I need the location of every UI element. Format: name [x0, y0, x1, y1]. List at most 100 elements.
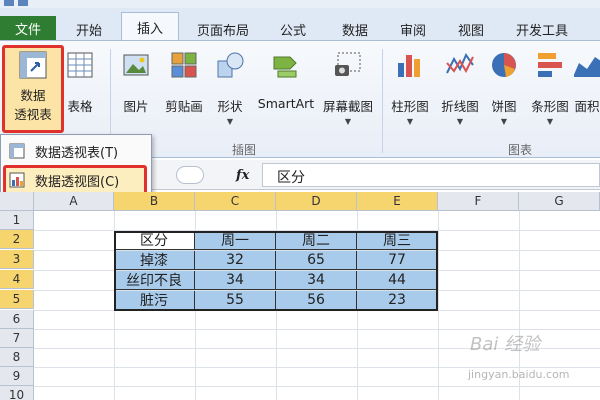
column-chart-icon — [398, 55, 420, 77]
table-cell[interactable]: 23 — [357, 291, 438, 310]
column-header-g[interactable]: G — [519, 192, 600, 211]
pivot-table-button[interactable]: 数据 透视表 — [6, 49, 60, 123]
table-cell[interactable]: 脏污 — [114, 291, 195, 310]
formula-input[interactable]: 区分 — [262, 163, 600, 187]
column-header-b[interactable]: B — [114, 192, 195, 211]
row-header-2[interactable]: 2 — [0, 230, 34, 249]
tab-formulas[interactable]: 公式 — [268, 18, 318, 40]
pivot-table-label-line1: 数据 — [20, 88, 46, 103]
fx-icon[interactable]: fx — [236, 168, 249, 183]
gridline — [34, 310, 600, 311]
column-header-c[interactable]: C — [195, 192, 276, 211]
screenshot-label: 屏幕截图 — [322, 99, 373, 114]
clipart-label: 剪贴画 — [165, 99, 203, 114]
table-cell[interactable]: 55 — [195, 291, 276, 310]
gridline — [438, 211, 439, 400]
row-header-10[interactable]: 10 — [0, 386, 34, 400]
picture-button[interactable]: 图片 — [116, 49, 156, 115]
line-chart-button[interactable]: 折线图 ▼ — [436, 49, 484, 126]
row-header-8[interactable]: 8 — [0, 348, 34, 367]
line-chart-icon — [446, 52, 474, 74]
pie-chart-button[interactable]: 饼图 ▼ — [486, 49, 522, 126]
table-cell[interactable]: 34 — [195, 271, 276, 290]
menu-item-pivot-table-label: 数据透视表(T) — [35, 145, 119, 161]
tab-page-layout[interactable]: 页面布局 — [186, 18, 260, 40]
menu-item-pivot-chart[interactable]: 数据透视图(C) — [5, 168, 147, 192]
pivot-table-label-line2: 透视表 — [14, 107, 52, 122]
table-cell[interactable]: 34 — [276, 271, 357, 290]
column-chart-button[interactable]: 柱形图 ▼ — [386, 49, 434, 126]
row-header-3[interactable]: 3 — [0, 250, 34, 269]
pivot-table-dropdown: 数据透视表(T) 数据透视图(C) — [0, 134, 152, 198]
screenshot-icon — [335, 52, 361, 76]
table-cell[interactable]: 56 — [276, 291, 357, 310]
shapes-icon — [217, 52, 244, 78]
formula-bar-control[interactable] — [176, 166, 204, 184]
table-header-cell[interactable]: 周三 — [357, 231, 438, 250]
table-cell[interactable]: 77 — [357, 251, 438, 270]
area-chart-icon — [574, 57, 600, 77]
row-header-1[interactable]: 1 — [0, 211, 34, 230]
tab-home[interactable]: 开始 — [64, 18, 114, 40]
picture-icon — [123, 54, 149, 76]
screenshot-button[interactable]: 屏幕截图 ▼ — [318, 49, 378, 126]
row-header-7[interactable]: 7 — [0, 329, 34, 348]
table-icon — [67, 52, 93, 78]
tab-review[interactable]: 审阅 — [388, 18, 438, 40]
row-header-5[interactable]: 5 — [0, 290, 34, 309]
tab-developer[interactable]: 开发工具 — [502, 18, 582, 40]
shapes-button[interactable]: 形状 ▼ — [212, 49, 248, 126]
shapes-label: 形状 — [217, 99, 243, 114]
pivot-table-small-icon — [9, 143, 25, 159]
chevron-down-icon: ▼ — [406, 117, 414, 126]
table-cell[interactable]: 32 — [195, 251, 276, 270]
quick-access-toolbar — [0, 0, 600, 8]
pivot-chart-small-icon — [9, 172, 25, 188]
table-header-cell[interactable]: 区分 — [114, 231, 195, 250]
chevron-down-icon: ▼ — [344, 117, 352, 126]
tab-file[interactable]: 文件 — [0, 16, 56, 40]
row-header-9[interactable]: 9 — [0, 367, 34, 386]
area-chart-button[interactable]: 面积 — [574, 49, 600, 115]
column-header-a[interactable]: A — [34, 192, 114, 211]
tab-view[interactable]: 视图 — [446, 18, 496, 40]
row-header-6[interactable]: 6 — [0, 310, 34, 329]
table-header-cell[interactable]: 周一 — [195, 231, 276, 250]
menu-item-pivot-chart-label: 数据透视图(C) — [35, 174, 120, 190]
table-cell[interactable]: 44 — [357, 271, 438, 290]
tab-insert[interactable]: 插入 — [121, 12, 179, 41]
chevron-down-icon: ▼ — [226, 117, 234, 126]
chevron-down-icon: ▼ — [546, 117, 554, 126]
table-cell[interactable]: 丝印不良 — [114, 271, 195, 290]
ribbon-separator — [382, 49, 383, 153]
column-header-d[interactable]: D — [276, 192, 357, 211]
table-button[interactable]: 表格 — [64, 49, 96, 115]
table-cell[interactable]: 掉漆 — [114, 251, 195, 270]
bar-chart-label: 条形图 — [531, 99, 569, 114]
select-all-corner[interactable] — [0, 192, 34, 211]
save-icon[interactable] — [18, 0, 28, 6]
pivot-table-icon — [19, 51, 47, 79]
clipart-icon — [171, 52, 197, 78]
smartart-button[interactable]: SmartArt — [255, 49, 317, 111]
chevron-down-icon: ▼ — [456, 117, 464, 126]
menu-item-pivot-table[interactable]: 数据透视表(T) — [5, 139, 147, 163]
clipart-button[interactable]: 剪贴画 — [160, 49, 208, 115]
gridline — [34, 386, 600, 387]
picture-label: 图片 — [123, 99, 149, 114]
smartart-label: SmartArt — [257, 96, 315, 111]
table-label: 表格 — [67, 99, 93, 114]
bar-chart-icon — [538, 53, 562, 77]
column-header-e[interactable]: E — [357, 192, 438, 211]
column-header-f[interactable]: F — [438, 192, 519, 211]
pie-chart-label: 饼图 — [491, 99, 517, 114]
watermark-url: jingyan.baidu.com — [468, 368, 570, 381]
row-header-4[interactable]: 4 — [0, 270, 34, 289]
table-cell[interactable]: 65 — [276, 251, 357, 270]
column-chart-label: 柱形图 — [391, 99, 429, 114]
line-chart-label: 折线图 — [441, 99, 479, 114]
bar-chart-button[interactable]: 条形图 ▼ — [526, 49, 574, 126]
excel-logo-icon[interactable] — [4, 0, 14, 6]
tab-data[interactable]: 数据 — [330, 18, 380, 40]
table-header-cell[interactable]: 周二 — [276, 231, 357, 250]
